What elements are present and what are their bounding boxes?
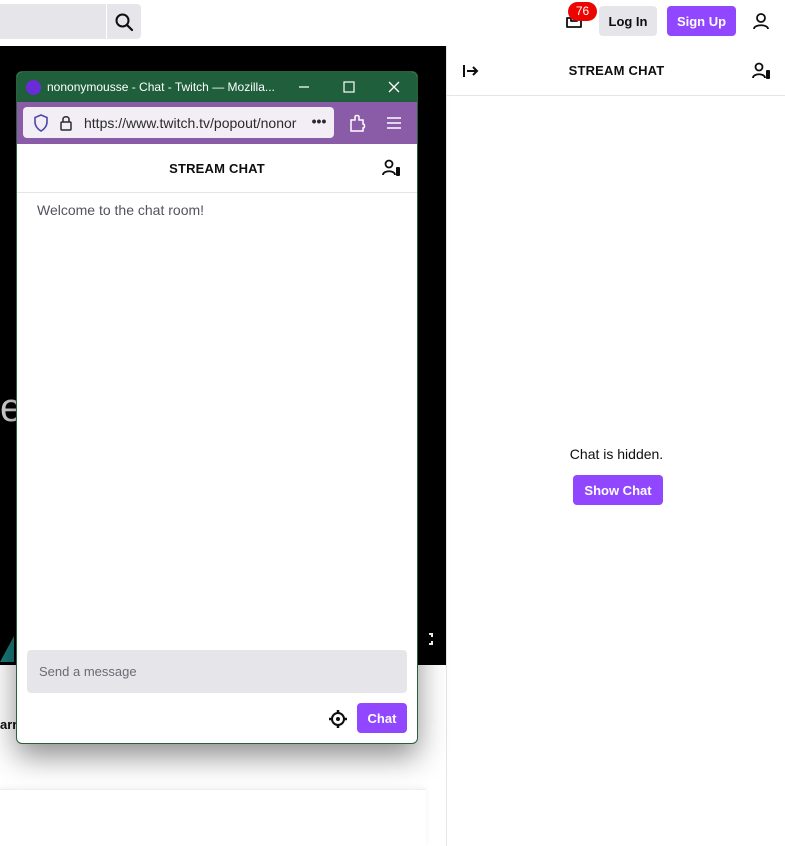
show-chat-button[interactable]: Show Chat	[573, 475, 663, 505]
side-chat-title: STREAM CHAT	[568, 63, 665, 78]
user-icon	[753, 13, 769, 30]
twitch-favicon-icon	[26, 80, 41, 95]
welcome-message: Welcome to the chat room!	[37, 202, 205, 218]
popout-chat-window: nononymousse - Chat - Twitch — Mozilla..…	[16, 71, 418, 744]
signup-button[interactable]: Sign Up	[667, 6, 736, 36]
side-chat-header: STREAM CHAT	[447, 46, 785, 96]
video-decoration	[0, 636, 14, 662]
popup-chat-title: STREAM CHAT	[169, 161, 265, 176]
close-icon[interactable]	[383, 77, 405, 97]
chat-hidden-message: Chat is hidden.	[569, 446, 664, 462]
maximize-icon[interactable]	[338, 77, 360, 97]
window-title: nononymousse - Chat - Twitch — Mozilla..…	[47, 80, 275, 94]
lock-icon[interactable]	[59, 114, 73, 132]
search-icon	[115, 13, 134, 31]
shield-icon[interactable]	[33, 114, 49, 132]
users-icon[interactable]	[752, 61, 772, 81]
window-titlebar[interactable]: nononymousse - Chat - Twitch — Mozilla..…	[17, 72, 417, 102]
settings-icon[interactable]	[327, 708, 349, 730]
fullscreen-icon[interactable]	[420, 632, 434, 646]
user-menu-button[interactable]	[748, 8, 774, 34]
users-icon[interactable]	[382, 158, 402, 178]
url-text: https://www.twitch.tv/popout/nonor	[84, 115, 297, 131]
popup-chat-header: STREAM CHAT	[17, 144, 417, 193]
search-button[interactable]	[106, 4, 141, 39]
extensions-icon[interactable]	[347, 112, 369, 134]
minimize-icon[interactable]	[293, 77, 315, 97]
browser-navbar: https://www.twitch.tv/popout/nonor •••	[17, 102, 417, 144]
side-stream-chat: STREAM CHAT Chat is hidden. Show Chat	[446, 46, 785, 846]
login-button[interactable]: Log In	[599, 6, 657, 36]
chat-message-input[interactable]	[27, 650, 407, 693]
content-card	[0, 789, 426, 846]
menu-icon[interactable]	[383, 112, 405, 134]
url-bar[interactable]: https://www.twitch.tv/popout/nonor •••	[23, 107, 334, 138]
more-options-icon[interactable]: •••	[308, 113, 330, 131]
top-nav-bar: 76 Log In Sign Up	[0, 0, 785, 46]
inbox-count-badge: 76	[568, 2, 597, 21]
send-chat-button[interactable]: Chat	[357, 703, 407, 733]
search-input[interactable]	[0, 4, 106, 39]
